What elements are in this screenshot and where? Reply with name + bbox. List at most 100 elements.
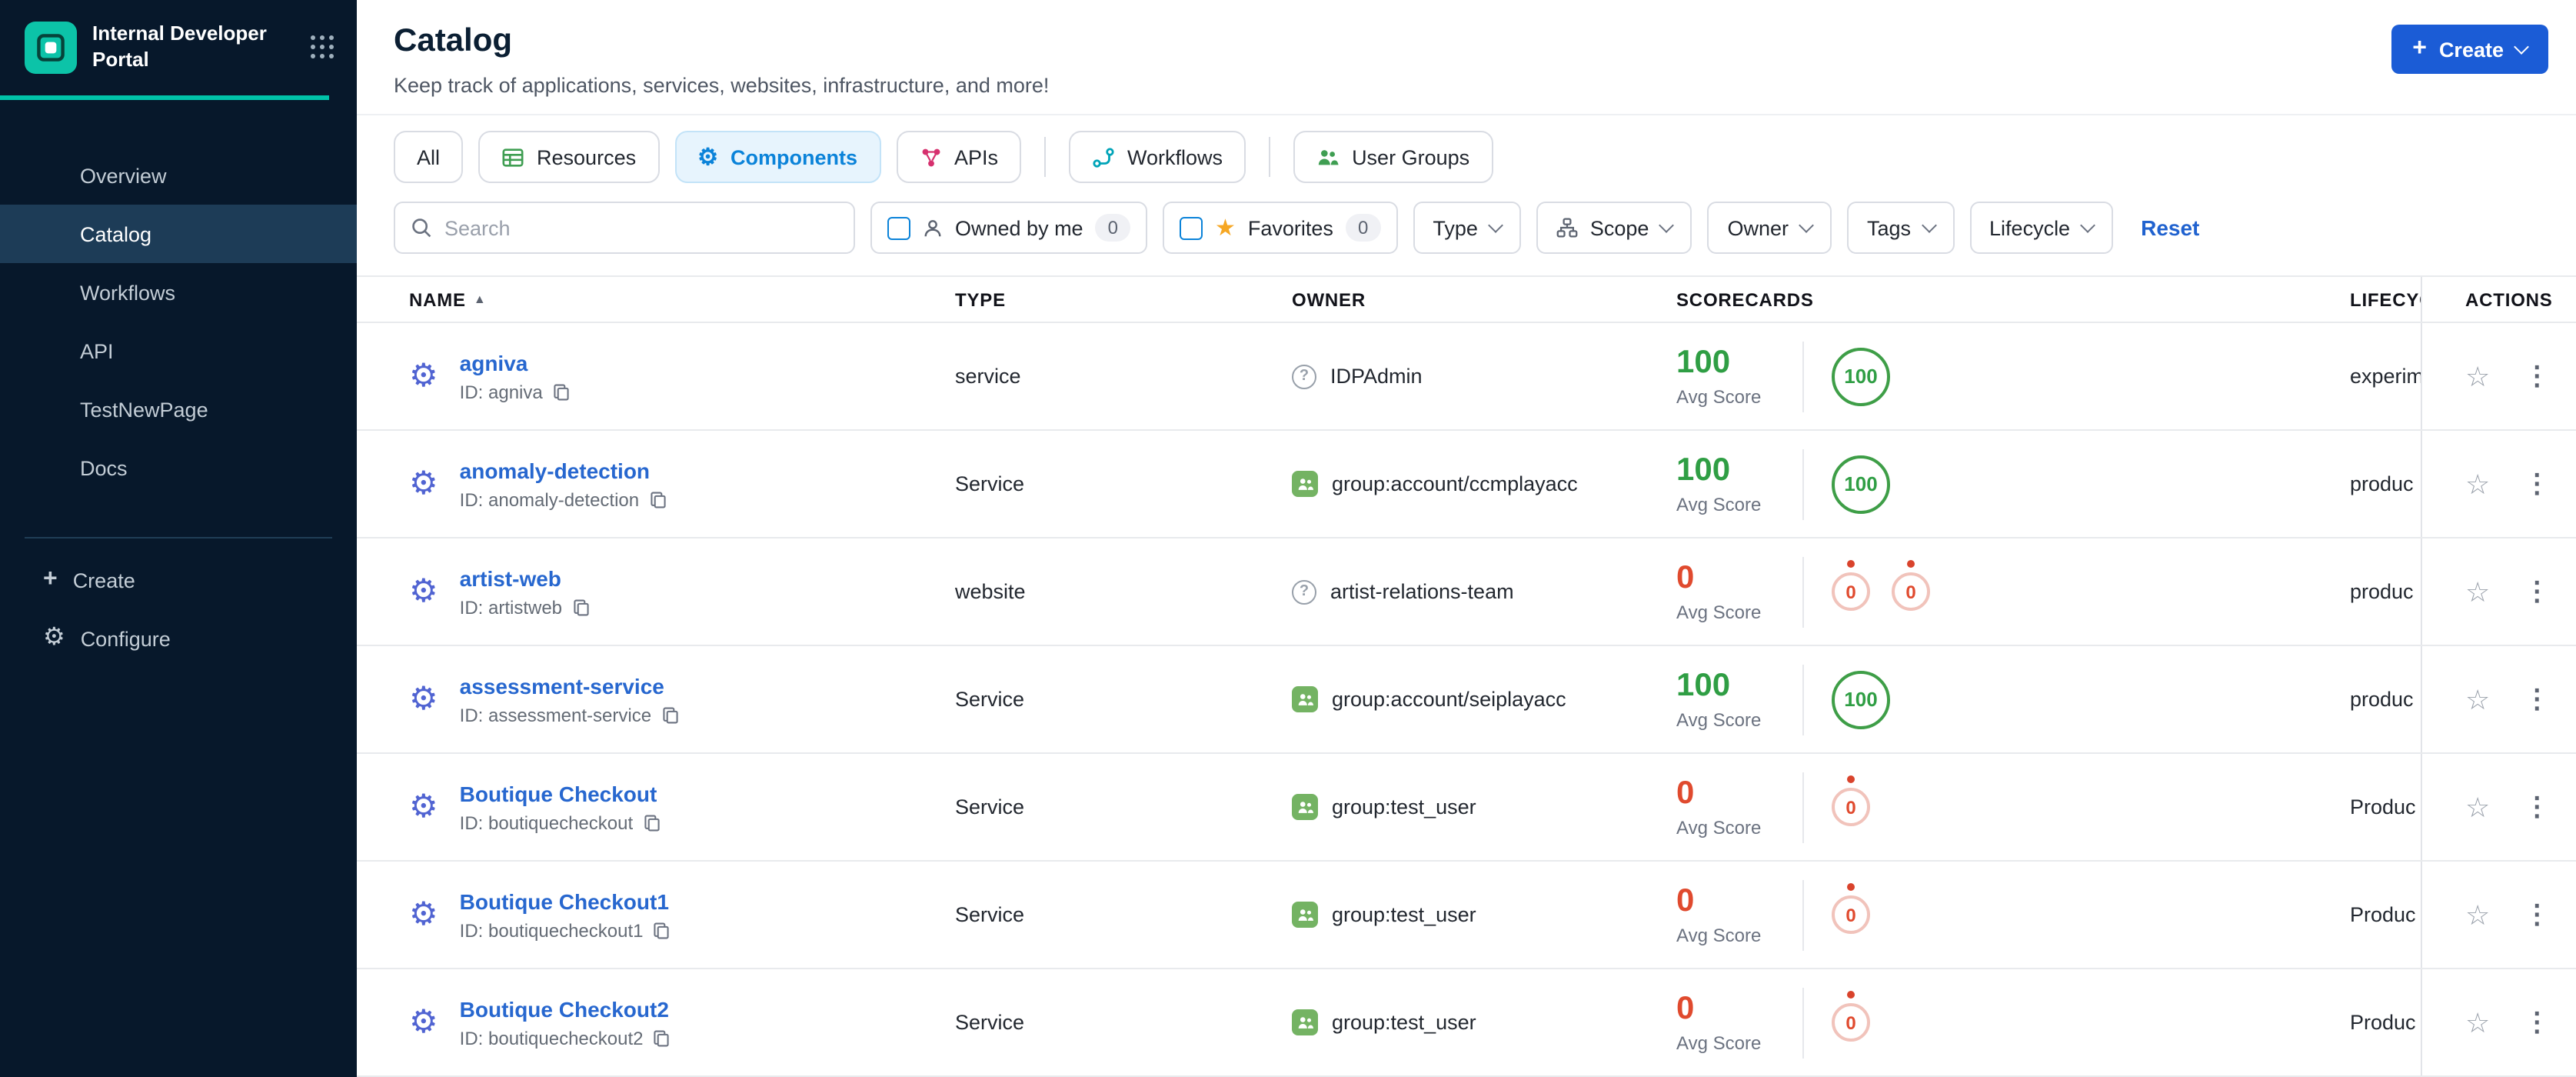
tab-workflows[interactable]: Workflows [1069, 131, 1246, 183]
create-button-label: Create [2438, 38, 2504, 61]
kebab-menu-icon[interactable]: ⋮ [2524, 579, 2550, 605]
scorecard-badges: 100 [1832, 670, 1890, 729]
chevron-down-icon [1487, 217, 1503, 232]
favorites-filter[interactable]: ★ Favorites 0 [1162, 202, 1398, 254]
entity-name-link[interactable]: Boutique Checkout [460, 781, 661, 805]
apps-grid-icon[interactable] [311, 35, 335, 60]
entity-id-text: ID: agniva [459, 381, 543, 402]
favorite-star-icon[interactable]: ☆ [2465, 1009, 2490, 1036]
sidebar-item-workflows[interactable]: Workflows [0, 263, 357, 322]
filter-dropdown-scope[interactable]: Scope [1536, 202, 1692, 254]
scorecard-badge[interactable]: 0 [1892, 560, 1930, 611]
tab-all[interactable]: All [394, 131, 464, 183]
column-header-actions: ACTIONS [2421, 277, 2576, 322]
tab-label: All [417, 145, 441, 168]
score-divider [1802, 772, 1804, 842]
copy-icon[interactable] [648, 490, 667, 508]
scorecard-badge[interactable]: 0 [1832, 560, 1870, 611]
favorite-star-icon[interactable]: ☆ [2465, 362, 2490, 390]
scorecard-badge[interactable]: 0 [1832, 775, 1870, 826]
tab-resources[interactable]: Resources [478, 131, 660, 183]
search-box[interactable] [394, 202, 855, 254]
kebab-menu-icon[interactable]: ⋮ [2524, 1009, 2550, 1035]
favorite-star-icon[interactable]: ☆ [2465, 901, 2490, 929]
scorecard-badges: 100 [1832, 347, 1890, 405]
column-header-lifecycle[interactable]: LIFECYC [2350, 288, 2421, 310]
favorite-star-icon[interactable]: ☆ [2465, 685, 2490, 713]
scorecard-badge[interactable]: 100 [1832, 670, 1890, 729]
kebab-menu-icon[interactable]: ⋮ [2524, 902, 2550, 928]
copy-icon[interactable] [661, 705, 679, 724]
tab-apis[interactable]: APIs [896, 131, 1022, 183]
entity-id-text: ID: anomaly-detection [459, 488, 640, 510]
sidebar-item-docs[interactable]: Docs [0, 438, 357, 497]
column-header-owner[interactable]: OWNER [1292, 288, 1676, 310]
accent-underline [0, 95, 329, 100]
tab-divider [1269, 137, 1271, 177]
name-wrap: anomaly-detection ID: anomaly-detection [460, 458, 667, 510]
score-divider [1802, 556, 1804, 627]
sidebar-configure-label: Configure [80, 627, 171, 650]
favorite-star-icon[interactable]: ☆ [2465, 470, 2490, 498]
sidebar-item-api[interactable]: API [0, 322, 357, 380]
sidebar-create[interactable]: + Create [0, 551, 357, 609]
scorecard-badge[interactable]: 0 [1832, 883, 1870, 934]
sidebar-item-catalog[interactable]: Catalog [0, 205, 357, 263]
copy-icon[interactable] [571, 598, 590, 616]
dropdown-label: Lifecycle [1989, 216, 2071, 239]
column-header-scorecards[interactable]: SCORECARDS [1676, 288, 2350, 310]
filter-dropdown-owner[interactable]: Owner [1707, 202, 1832, 254]
filter-dropdown-lifecycle[interactable]: Lifecycle [1969, 202, 2114, 254]
kebab-menu-icon[interactable]: ⋮ [2524, 363, 2550, 389]
create-button[interactable]: + Create [2391, 25, 2548, 74]
sidebar-item-overview[interactable]: Overview [0, 146, 357, 205]
entity-name-link[interactable]: anomaly-detection [460, 458, 667, 482]
sidebar-configure[interactable]: ⚙ Configure [0, 609, 357, 668]
kebab-menu-icon[interactable]: ⋮ [2524, 471, 2550, 497]
kebab-menu-icon[interactable]: ⋮ [2524, 794, 2550, 820]
name-cell: ⚙ Boutique Checkout1 ID: boutiquecheckout1 [409, 889, 955, 941]
sidebar-item-testnewpage[interactable]: TestNewPage [0, 380, 357, 438]
kebab-menu-icon[interactable]: ⋮ [2524, 686, 2550, 712]
column-header-name[interactable]: NAME ▲ [409, 288, 955, 310]
scorecard-badge[interactable]: 100 [1832, 455, 1890, 513]
scorecard-badge[interactable]: 100 [1832, 347, 1890, 405]
column-header-type[interactable]: TYPE [955, 288, 1292, 310]
resources-icon [501, 145, 524, 168]
gear-icon: ⚙ [43, 625, 65, 651]
favorites-checkbox[interactable] [1179, 216, 1203, 239]
component-gear-icon: ⚙ [409, 789, 438, 825]
reset-filters-link[interactable]: Reset [2141, 215, 2199, 240]
owned-by-me-checkbox[interactable] [887, 216, 910, 239]
tab-user-groups[interactable]: User Groups [1293, 131, 1493, 183]
entity-name-link[interactable]: Boutique Checkout2 [460, 996, 671, 1021]
favorite-star-icon[interactable]: ☆ [2465, 793, 2490, 821]
score-divider [1802, 987, 1804, 1058]
copy-icon[interactable] [653, 1029, 671, 1047]
type-cell: service [955, 365, 1021, 388]
owned-by-me-filter[interactable]: Owned by me 0 [870, 202, 1147, 254]
actions-cell: ☆ ⋮ [2421, 754, 2576, 860]
entity-name-link[interactable]: assessment-service [460, 673, 679, 698]
scorecard-badge-value: 0 [1892, 572, 1930, 611]
lifecycle-cell: Produc [2350, 795, 2416, 819]
app-window: Internal Developer Portal Overview Catalo… [0, 0, 2576, 1077]
copy-icon[interactable] [642, 813, 661, 832]
scorecard-badge[interactable]: 0 [1832, 991, 1870, 1042]
copy-icon[interactable] [552, 382, 571, 401]
favorite-star-icon[interactable]: ☆ [2465, 578, 2490, 605]
filter-dropdown-tags[interactable]: Tags [1846, 202, 1955, 254]
entity-name-link[interactable]: Boutique Checkout1 [460, 889, 671, 913]
filter-bar: Owned by me 0 ★ Favorites 0 Type Scope Own… [357, 198, 2576, 275]
entity-name-link[interactable]: artist-web [460, 565, 590, 590]
owner-name: group:test_user [1332, 1011, 1476, 1034]
avg-score: 0 Avg Score [1676, 561, 1775, 622]
chevron-down-icon [1799, 217, 1814, 232]
page-header: Catalog Keep track of applications, serv… [357, 0, 2576, 115]
name-cell: ⚙ Boutique Checkout ID: boutiquecheckout [409, 781, 955, 833]
filter-dropdown-type[interactable]: Type [1413, 202, 1521, 254]
search-input[interactable] [444, 216, 838, 239]
entity-name-link[interactable]: agniva [460, 350, 571, 375]
copy-icon[interactable] [653, 921, 671, 939]
tab-components[interactable]: ⚙ Components [674, 131, 880, 183]
